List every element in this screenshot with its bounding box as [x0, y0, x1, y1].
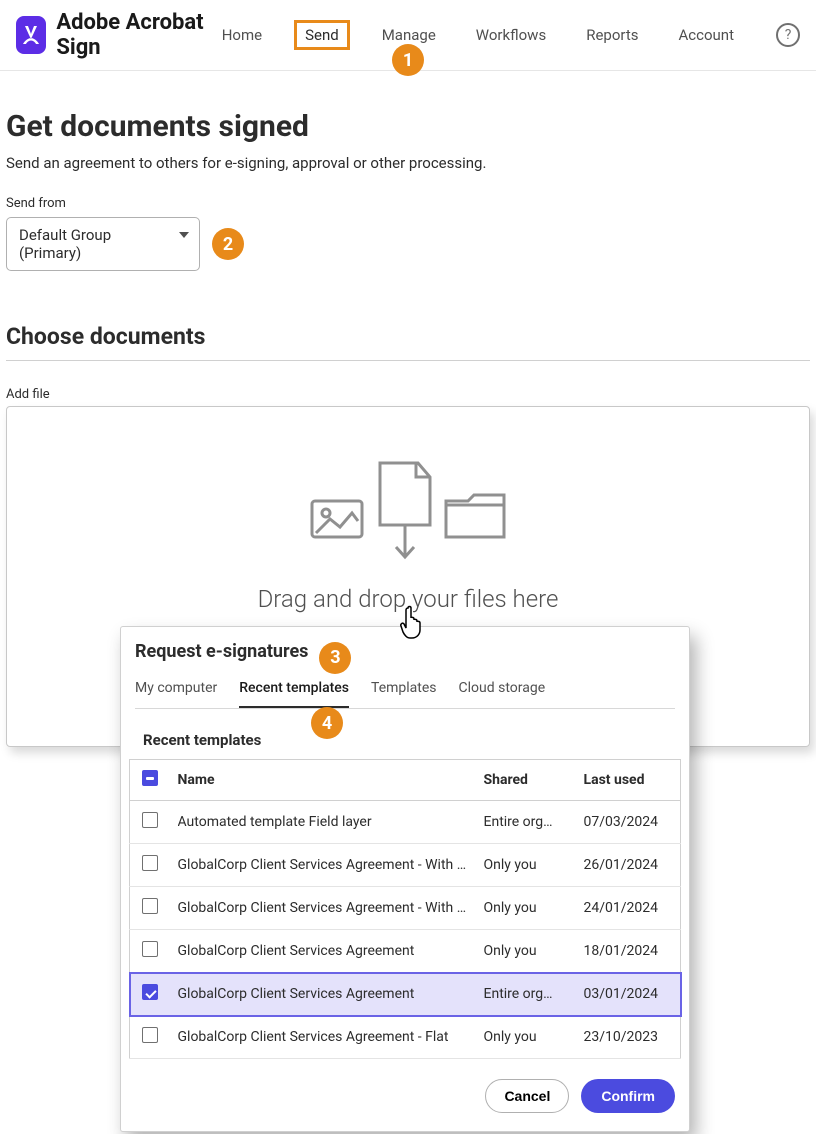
popup-tabs: My computer Recent templates Templates C… — [135, 674, 675, 709]
row-last-used: 18/01/2024 — [576, 930, 681, 973]
page-title: Get documents signed — [6, 109, 810, 144]
row-checkbox[interactable] — [142, 984, 158, 1000]
page-subtitle: Send an agreement to others for e-signin… — [6, 154, 810, 172]
table-row[interactable]: GlobalCorp Client Services Agreement - F… — [130, 1016, 681, 1059]
row-shared: Entire org… — [484, 814, 568, 830]
nav-send[interactable]: Send — [294, 20, 350, 50]
row-name: GlobalCorp Client Services Agreement - W… — [178, 900, 468, 916]
step-marker-2: 2 — [212, 228, 244, 260]
row-checkbox[interactable] — [142, 812, 158, 828]
help-icon[interactable]: ? — [776, 23, 800, 47]
table-header-row: Name Shared Last used — [130, 760, 681, 801]
row-last-used: 26/01/2024 — [576, 844, 681, 887]
main-nav: Home Send Manage Workflows Reports Accou… — [214, 20, 800, 50]
nav-reports[interactable]: Reports — [578, 20, 646, 50]
send-from-select[interactable]: Default Group (Primary) — [6, 217, 200, 271]
popup-section-label: Recent templates — [121, 731, 689, 749]
row-checkbox[interactable] — [142, 1027, 158, 1043]
pointer-cursor-icon — [398, 604, 428, 644]
table-row[interactable]: GlobalCorp Client Services Agreement - W… — [130, 844, 681, 887]
row-checkbox[interactable] — [142, 898, 158, 914]
confirm-button[interactable]: Confirm — [581, 1079, 675, 1113]
col-name[interactable]: Name — [170, 760, 476, 801]
brand-area: Adobe Acrobat Sign — [16, 10, 214, 60]
row-name: GlobalCorp Client Services Agreement - F… — [178, 1029, 468, 1045]
row-shared: Entire org… — [484, 986, 568, 1002]
step-marker-1: 1 — [392, 44, 424, 76]
popup-title: Request e-signatures — [135, 641, 675, 662]
templates-table: Name Shared Last used Automated template… — [129, 759, 681, 1059]
cancel-button[interactable]: Cancel — [485, 1079, 569, 1113]
row-last-used: 23/10/2023 — [576, 1016, 681, 1059]
row-shared: Only you — [484, 1029, 568, 1045]
row-name: GlobalCorp Client Services Agreement — [178, 943, 468, 959]
row-shared: Only you — [484, 900, 568, 916]
step-marker-4: 4 — [311, 707, 343, 739]
tab-templates[interactable]: Templates — [371, 674, 437, 708]
row-last-used: 24/01/2024 — [576, 887, 681, 930]
choose-documents-heading: Choose documents — [6, 323, 810, 361]
tab-recent-templates[interactable]: Recent templates — [239, 674, 349, 708]
select-all-checkbox[interactable] — [142, 770, 158, 786]
add-file-label: Add file — [6, 387, 810, 402]
table-row[interactable]: Automated template Field layer Entire org… — [130, 801, 681, 844]
col-shared[interactable]: Shared — [476, 760, 576, 801]
row-name: Automated template Field layer — [178, 814, 468, 830]
row-last-used: 07/03/2024 — [576, 801, 681, 844]
step-marker-3: 3 — [319, 642, 351, 674]
row-checkbox[interactable] — [142, 941, 158, 957]
acrobat-logo-icon — [16, 16, 46, 54]
nav-home[interactable]: Home — [214, 20, 270, 50]
brand-title: Adobe Acrobat Sign — [56, 10, 213, 60]
nav-account[interactable]: Account — [670, 20, 742, 50]
send-from-value: Default Group (Primary) — [19, 226, 111, 262]
row-shared: Only you — [484, 857, 568, 873]
dropzone-icons — [27, 455, 789, 565]
tab-cloud-storage[interactable]: Cloud storage — [459, 674, 546, 708]
tab-my-computer[interactable]: My computer — [135, 674, 217, 708]
table-row[interactable]: GlobalCorp Client Services Agreement - W… — [130, 887, 681, 930]
table-row[interactable]: GlobalCorp Client Services Agreement Enti… — [130, 973, 681, 1016]
row-name: GlobalCorp Client Services Agreement — [178, 986, 468, 1002]
row-shared: Only you — [484, 943, 568, 959]
popup-footer: Cancel Confirm — [121, 1059, 689, 1113]
nav-workflows[interactable]: Workflows — [468, 20, 554, 50]
file-picker-popup: Request e-signatures My computer Recent … — [120, 626, 690, 1132]
row-checkbox[interactable] — [142, 855, 158, 871]
row-name: GlobalCorp Client Services Agreement - W… — [178, 857, 468, 873]
row-last-used: 03/01/2024 — [576, 973, 681, 1016]
send-from-label: Send from — [6, 196, 810, 211]
table-row[interactable]: GlobalCorp Client Services Agreement Only… — [130, 930, 681, 973]
col-last-used[interactable]: Last used — [576, 760, 681, 801]
